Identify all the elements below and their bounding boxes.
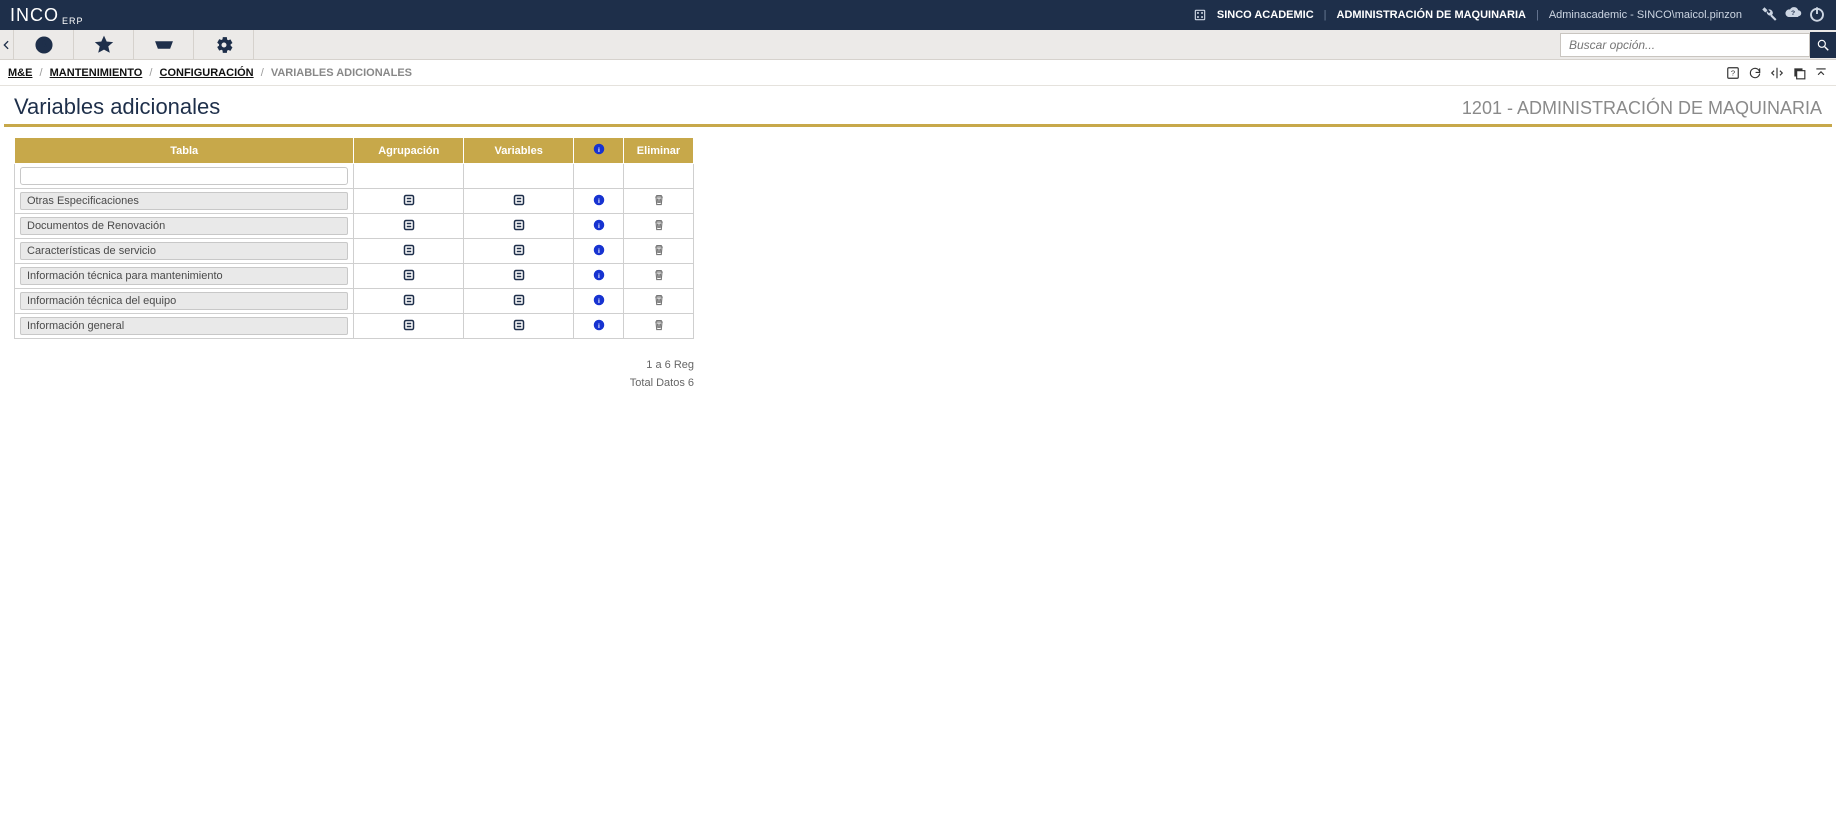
clock-button[interactable] xyxy=(14,30,74,59)
crumb-2[interactable]: CONFIGURACIÓN xyxy=(160,67,254,79)
row-tabla-label[interactable]: Información técnica del equipo xyxy=(20,292,348,310)
breadcrumb: M&E / MANTENIMIENTO / CONFIGURACIÓN / VA… xyxy=(8,67,412,79)
crumb-current: VARIABLES ADICIONALES xyxy=(271,67,412,79)
th-eliminar[interactable]: Eliminar xyxy=(624,138,694,164)
variables-button[interactable] xyxy=(513,272,525,284)
variables-button[interactable] xyxy=(513,247,525,259)
page-subtitle: 1201 - ADMINISTRACIÓN DE MAQUINARIA xyxy=(1462,98,1822,119)
delete-button[interactable] xyxy=(653,322,665,334)
svg-text:i: i xyxy=(598,223,600,230)
th-variables[interactable]: Variables xyxy=(464,138,574,164)
svg-text:i: i xyxy=(598,298,600,305)
delete-button[interactable] xyxy=(653,247,665,259)
page-tools: ? xyxy=(1726,66,1828,80)
table-row: Información técnica para mantenimiento i xyxy=(15,264,694,289)
table-row: Otras Especificaciones i xyxy=(15,189,694,214)
delete-button[interactable] xyxy=(653,272,665,284)
filter-eliminar-cell xyxy=(624,164,694,189)
search-button[interactable] xyxy=(1810,32,1836,58)
svg-text:i: i xyxy=(598,323,600,330)
th-tabla[interactable]: Tabla xyxy=(15,138,354,164)
favorite-button[interactable] xyxy=(74,30,134,59)
table-row: Información técnica del equipo i xyxy=(15,289,694,314)
agrupacion-button[interactable] xyxy=(403,222,415,234)
info-button[interactable]: i xyxy=(593,222,605,234)
building-icon[interactable] xyxy=(1193,8,1207,22)
pager-total: Total Datos 6 xyxy=(14,375,694,393)
topbar-user: Adminacademic - SINCO\maicol.pinzon xyxy=(1549,9,1742,21)
row-tabla-label[interactable]: Características de servicio xyxy=(20,242,348,260)
filter-tabla-input[interactable] xyxy=(20,167,348,185)
agrupacion-button[interactable] xyxy=(403,297,415,309)
variables-button[interactable] xyxy=(513,222,525,234)
svg-text:i: i xyxy=(598,198,600,205)
page-header: Variables adicionales 1201 - ADMINISTRAC… xyxy=(4,88,1832,127)
agrupacion-button[interactable] xyxy=(403,322,415,334)
row-tabla-label[interactable]: Otras Especificaciones xyxy=(20,192,348,210)
back-button[interactable] xyxy=(0,30,14,59)
brand-logo: INCOERP xyxy=(10,5,84,26)
delete-button[interactable] xyxy=(653,297,665,309)
help-cloud-icon[interactable]: ? xyxy=(1784,5,1802,26)
svg-text:i: i xyxy=(598,147,600,154)
variables-button[interactable] xyxy=(513,297,525,309)
info-button[interactable]: i xyxy=(593,297,605,309)
breadcrumb-row: M&E / MANTENIMIENTO / CONFIGURACIÓN / VA… xyxy=(0,60,1836,86)
info-button[interactable]: i xyxy=(593,272,605,284)
table-row: Documentos de Renovación i xyxy=(15,214,694,239)
power-icon[interactable] xyxy=(1808,5,1826,26)
topbar-academic-link[interactable]: SINCO ACADEMIC xyxy=(1217,9,1314,21)
row-tabla-label[interactable]: Documentos de Renovación xyxy=(20,217,348,235)
page-title: Variables adicionales xyxy=(14,94,220,120)
th-agrupacion[interactable]: Agrupación xyxy=(354,138,464,164)
search-input[interactable] xyxy=(1560,33,1810,57)
toolbar xyxy=(0,30,1836,60)
variables-button[interactable] xyxy=(513,197,525,209)
brand-name: INCO xyxy=(10,5,59,25)
crumb-1[interactable]: MANTENIMIENTO xyxy=(50,67,143,79)
info-button[interactable]: i xyxy=(593,197,605,209)
agrupacion-button[interactable] xyxy=(403,197,415,209)
module-button[interactable] xyxy=(134,30,194,59)
crumb-0[interactable]: M&E xyxy=(8,67,32,79)
pager: 1 a 6 Reg Total Datos 6 xyxy=(14,357,694,392)
refresh-icon[interactable] xyxy=(1748,66,1762,80)
pager-range: 1 a 6 Reg xyxy=(14,357,694,375)
svg-text:?: ? xyxy=(1791,9,1795,16)
topbar-right: SINCO ACADEMIC | ADMINISTRACIÓN DE MAQUI… xyxy=(1193,5,1826,26)
table-row: Características de servicio i xyxy=(15,239,694,264)
delete-button[interactable] xyxy=(653,197,665,209)
table-row: Información general i xyxy=(15,314,694,339)
split-icon[interactable] xyxy=(1770,66,1784,80)
brand-sub: ERP xyxy=(62,16,84,26)
variables-table: Tabla Agrupación Variables i Eliminar Ot… xyxy=(14,137,694,339)
top-bar: INCOERP SINCO ACADEMIC | ADMINISTRACIÓN … xyxy=(0,0,1836,30)
agrupacion-button[interactable] xyxy=(403,247,415,259)
tools-icon[interactable] xyxy=(1760,5,1778,26)
info-icon: i xyxy=(593,146,605,158)
collapse-up-icon[interactable] xyxy=(1814,66,1828,80)
svg-text:?: ? xyxy=(1731,68,1735,77)
variables-button[interactable] xyxy=(513,322,525,334)
topbar-module-link[interactable]: ADMINISTRACIÓN DE MAQUINARIA xyxy=(1337,9,1526,21)
svg-text:i: i xyxy=(598,273,600,280)
help-icon[interactable]: ? xyxy=(1726,66,1740,80)
info-button[interactable]: i xyxy=(593,247,605,259)
info-button[interactable]: i xyxy=(593,322,605,334)
filter-agrupacion-cell xyxy=(354,164,464,189)
filter-variables-cell xyxy=(464,164,574,189)
svg-text:i: i xyxy=(598,248,600,255)
popout-icon[interactable] xyxy=(1792,66,1806,80)
search-wrap xyxy=(1560,30,1836,59)
agrupacion-button[interactable] xyxy=(403,272,415,284)
row-tabla-label[interactable]: Información técnica para mantenimiento xyxy=(20,267,348,285)
settings-button[interactable] xyxy=(194,30,254,59)
th-info[interactable]: i xyxy=(574,138,624,164)
row-tabla-label[interactable]: Información general xyxy=(20,317,348,335)
delete-button[interactable] xyxy=(653,222,665,234)
filter-info-cell xyxy=(574,164,624,189)
